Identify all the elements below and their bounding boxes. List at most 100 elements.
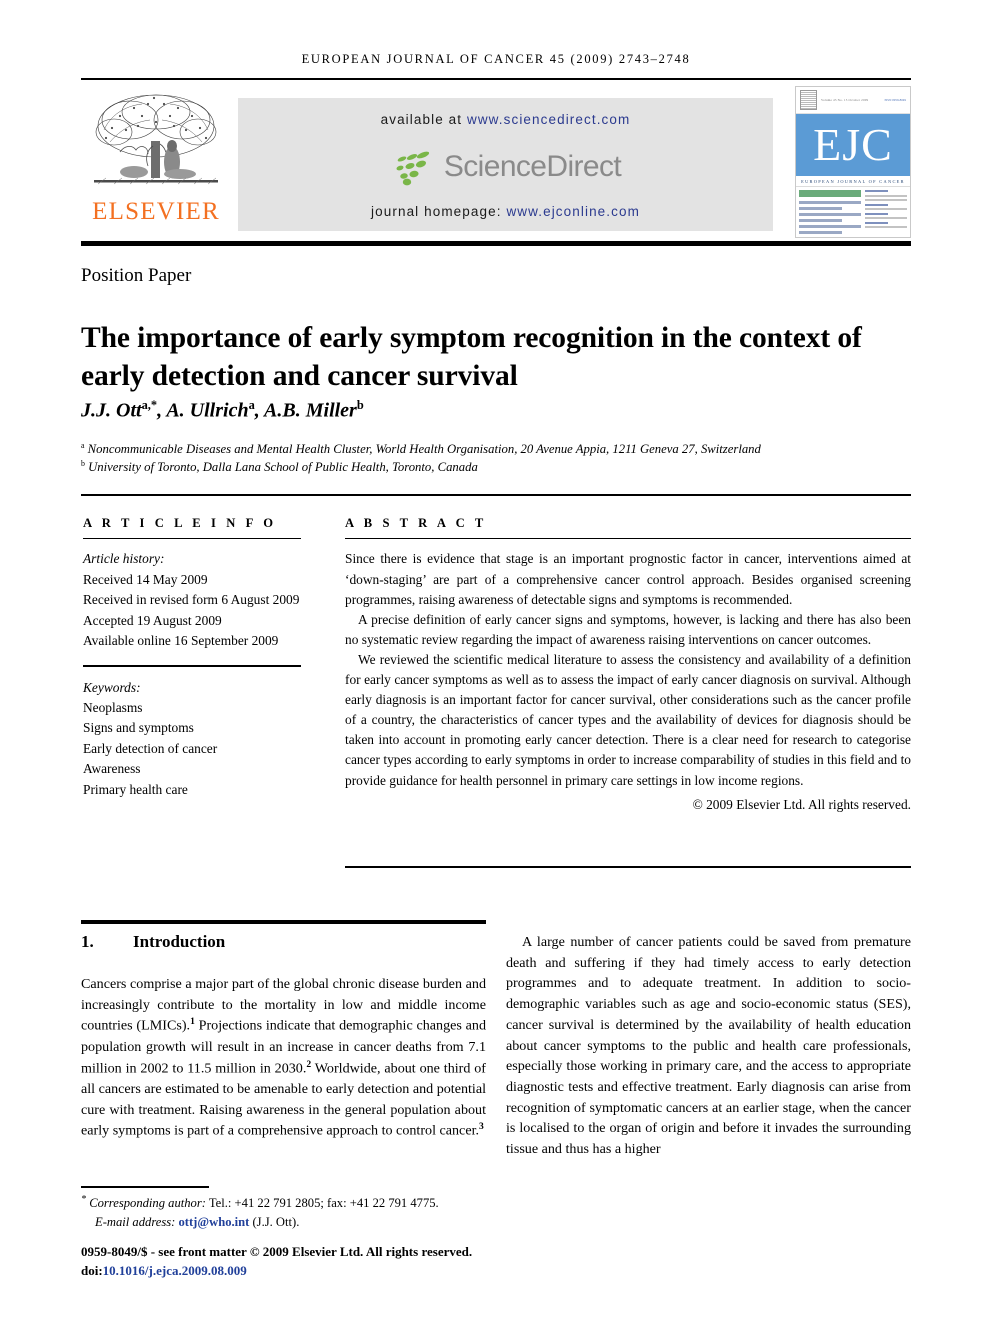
author-name: A.B. Miller xyxy=(264,399,357,422)
sciencedirect-wordmark: ScienceDirect xyxy=(443,149,622,183)
cover-publisher-icon xyxy=(800,90,817,110)
keyword-item: Primary health care xyxy=(83,781,188,797)
journal-homepage-label: journal homepage: xyxy=(371,204,507,219)
article-info-column: A R T I C L E I N F O Article history: R… xyxy=(83,516,301,800)
corresponding-author-line: * Corresponding author: Tel.: +41 22 791… xyxy=(81,1192,501,1213)
elsevier-tree-icon xyxy=(90,86,222,198)
cover-contents xyxy=(796,187,910,237)
journal-homepage-link[interactable]: www.ejconline.com xyxy=(506,204,640,219)
introduction-rule xyxy=(81,920,486,924)
cover-journal-name: EUROPEAN JOURNAL OF CANCER xyxy=(796,176,910,187)
article-history-item: Received 14 May 2009 xyxy=(83,571,208,587)
cover-text-line xyxy=(799,231,843,234)
elsevier-logo: ELSEVIER xyxy=(81,86,231,238)
cover-text-line xyxy=(799,213,861,216)
doi-line: doi:10.1016/j.ejca.2009.08.009 xyxy=(81,1262,561,1281)
affiliation-list: a Noncommunicable Diseases and Mental He… xyxy=(81,440,926,477)
abstract-paragraph: A precise definition of early cancer sig… xyxy=(345,611,911,647)
cover-topbar: Volume 45 No. 15 October 2009 ISSN 0959-… xyxy=(796,87,910,114)
affiliation-item: b University of Toronto, Dalla Lana Scho… xyxy=(81,458,926,476)
cover-text-line xyxy=(799,219,843,222)
cover-side-line xyxy=(865,221,889,224)
email-link[interactable]: ottj@who.int xyxy=(179,1215,250,1229)
cover-side-line xyxy=(865,226,907,228)
masthead: ELSEVIER available at www.sciencedirect.… xyxy=(81,84,911,239)
section-number: 1. xyxy=(81,932,94,951)
introduction-left-text: Cancers comprise a major part of the glo… xyxy=(81,974,486,1142)
journal-homepage-line: journal homepage: www.ejconline.com xyxy=(371,204,640,219)
cover-side-line xyxy=(865,199,907,201)
body-column-right: A large number of cancer patients could … xyxy=(506,932,911,1160)
keywords-label: Keywords: xyxy=(83,679,141,695)
keyword-item: Signs and symptoms xyxy=(83,720,194,736)
abstract-paragraph: Since there is evidence that stage is an… xyxy=(345,551,911,607)
sciencedirect-banner: available at www.sciencedirect.com Scien… xyxy=(238,98,773,231)
footnote-rule xyxy=(81,1186,209,1188)
abstract-underline xyxy=(345,538,911,540)
article-title: The importance of early symptom recognit… xyxy=(81,321,862,392)
article-info-underline xyxy=(83,538,301,540)
affiliation-text: Noncommunicable Diseases and Mental Heal… xyxy=(87,442,761,457)
cover-side-line xyxy=(865,212,889,215)
cover-contents-left xyxy=(799,190,861,237)
journal-article-page: EUROPEAN JOURNAL OF CANCER 45 (2009) 274… xyxy=(0,0,992,1323)
imprint-block: 0959-8049/$ - see front matter © 2009 El… xyxy=(81,1243,561,1281)
doi-link[interactable]: 10.1016/j.ejca.2009.08.009 xyxy=(103,1263,247,1278)
cover-text-line xyxy=(799,207,843,210)
body-paragraph: A large number of cancer patients could … xyxy=(506,934,911,1158)
section-title: Introduction xyxy=(133,932,226,951)
info-section-rule xyxy=(81,494,911,496)
author-name: A. Ullrich xyxy=(166,399,249,422)
cover-title-band: EJC xyxy=(796,114,910,176)
running-head: EUROPEAN JOURNAL OF CANCER 45 (2009) 274… xyxy=(301,52,691,66)
abstract-copyright: © 2009 Elsevier Ltd. All rights reserved… xyxy=(692,796,911,812)
cover-contents-right xyxy=(865,190,907,237)
affiliation-mark: b xyxy=(81,459,85,469)
cover-issn-text: ISSN 0959-8049 xyxy=(884,98,906,102)
header-rule-top xyxy=(81,78,911,80)
keyword-item: Neoplasms xyxy=(83,700,143,716)
keyword-item: Awareness xyxy=(83,761,141,777)
article-history-item: Received in revised form 6 August 2009 xyxy=(83,592,300,608)
article-history-item: Available online 16 September 2009 xyxy=(83,632,279,648)
keywords-block: Keywords: Neoplasms Signs and symptoms E… xyxy=(83,678,301,800)
cover-acronym: EJC xyxy=(813,119,893,170)
elsevier-wordmark: ELSEVIER xyxy=(92,198,220,225)
header-rule-bottom xyxy=(81,241,911,246)
doi-label: doi: xyxy=(81,1262,103,1278)
asterisk-icon: * xyxy=(81,1194,87,1205)
available-at-line: available at www.sciencedirect.com xyxy=(381,112,631,127)
footnote-block: * Corresponding author: Tel.: +41 22 791… xyxy=(81,1192,501,1232)
journal-cover-thumbnail: Volume 45 No. 15 October 2009 ISSN 0959-… xyxy=(795,86,911,238)
email-owner: (J.J. Ott). xyxy=(249,1215,300,1230)
author-list: J.J. Otta,*, A. Ullricha, A.B. Millerb xyxy=(81,398,364,422)
section-heading: 1. Introduction xyxy=(81,932,486,952)
corresponding-author-contact: Tel.: +41 22 791 2805; fax: +41 22 791 4… xyxy=(205,1196,439,1211)
article-history-label: Article history: xyxy=(83,551,165,567)
corresponding-author-label: Corresponding author: xyxy=(89,1196,206,1211)
cover-green-bar xyxy=(799,190,861,197)
cover-side-line xyxy=(865,208,907,210)
abstract-column: A B S T R A C T Since there is evidence … xyxy=(345,516,911,815)
article-type: Position Paper xyxy=(81,265,192,286)
keyword-item: Early detection of cancer xyxy=(83,740,218,756)
affiliation-item: a Noncommunicable Diseases and Mental He… xyxy=(81,440,926,458)
available-at-label: available at xyxy=(380,112,467,127)
email-label: E-mail address: xyxy=(95,1215,176,1230)
author-name: J.J. Ott xyxy=(81,399,142,422)
citation-reference: 3 xyxy=(479,1121,484,1133)
cover-side-line xyxy=(865,190,889,192)
abstract-body: Since there is evidence that stage is an… xyxy=(345,549,911,814)
author-affiliation-mark: a,* xyxy=(141,398,158,412)
abstract-paragraph: We reviewed the scientific medical liter… xyxy=(345,651,911,788)
sciencedirect-leaf-icon xyxy=(396,151,429,185)
keywords-divider xyxy=(83,665,301,667)
cover-side-line xyxy=(865,217,907,219)
article-history: Article history: Received 14 May 2009 Re… xyxy=(83,549,301,651)
cover-volume-text: Volume 45 No. 15 October 2009 xyxy=(821,97,869,102)
cover-side-line xyxy=(865,194,907,197)
sciencedirect-link[interactable]: www.sciencedirect.com xyxy=(467,112,630,127)
affiliation-text: University of Toronto, Dalla Lana School… xyxy=(88,460,478,475)
affiliation-mark: a xyxy=(81,441,85,450)
sciencedirect-logo: ScienceDirect xyxy=(390,148,622,186)
